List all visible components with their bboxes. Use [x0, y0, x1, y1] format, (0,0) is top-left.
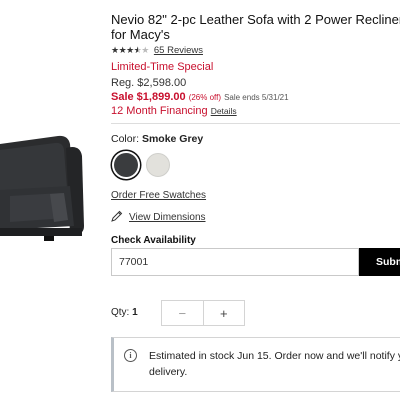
product-title-line2: for Macy's — [111, 27, 170, 42]
discount-percent: (26% off) — [188, 93, 221, 102]
stock-notice-text: Estimated in stock Jun 15. Order now and… — [149, 348, 400, 380]
quantity-stepper: − + — [161, 300, 245, 326]
selected-color: Smoke Grey — [141, 133, 204, 145]
view-dimensions-link[interactable]: View Dimensions — [129, 212, 206, 223]
qty-increase-button[interactable]: + — [204, 301, 245, 325]
financing-row: 12 Month Financing Details — [111, 105, 237, 117]
zip-code-input[interactable] — [111, 248, 359, 276]
info-icon: i — [124, 349, 137, 362]
reviews-link[interactable]: 65 Reviews — [154, 45, 203, 56]
regular-price: Reg. $2,598.00 — [111, 77, 187, 89]
qty-label: Qty: — [111, 307, 130, 318]
financing-details-link[interactable]: Details — [211, 106, 237, 116]
financing-label: 12 Month Financing — [111, 105, 208, 117]
stock-notice-line2: delivery. — [149, 366, 188, 378]
pencil-icon — [111, 210, 123, 225]
rating-row: ★★★★★★ 65 Reviews — [111, 45, 203, 56]
check-availability-label: Check Availability — [111, 235, 196, 246]
qty-decrease-button[interactable]: − — [162, 301, 204, 325]
product-title: Nevio 82" 2-pc Leather Sofa with 2 Power… — [111, 12, 400, 42]
product-title-line1: Nevio 82" 2-pc Leather Sofa with 2 Power… — [111, 12, 400, 27]
order-swatches-link[interactable]: Order Free Swatches — [111, 190, 206, 201]
qty-value: 1 — [132, 307, 138, 318]
product-image[interactable] — [0, 130, 100, 250]
sale-price: Sale $1,899.00 — [111, 91, 186, 103]
sale-ends: Sale ends 5/31/21 — [224, 93, 289, 102]
color-label: Color: — [111, 133, 140, 145]
sale-price-row: Sale $1,899.00 (26% off) Sale ends 5/31/… — [111, 91, 289, 103]
submit-button[interactable]: Submit — [359, 248, 400, 276]
qty-label-row: Qty: 1 — [111, 307, 138, 318]
star-rating: ★★★★★★ — [111, 45, 149, 55]
divider — [111, 123, 400, 124]
stock-notice-line1: Estimated in stock Jun 15. Order now and… — [149, 350, 400, 362]
promo-label: Limited-Time Special — [111, 61, 214, 73]
view-dimensions-row[interactable]: View Dimensions — [111, 210, 206, 225]
swatch-light-grey[interactable] — [146, 153, 170, 177]
swatch-smoke-grey[interactable] — [114, 153, 138, 177]
color-label-row: Color: Smoke Grey — [111, 133, 203, 145]
